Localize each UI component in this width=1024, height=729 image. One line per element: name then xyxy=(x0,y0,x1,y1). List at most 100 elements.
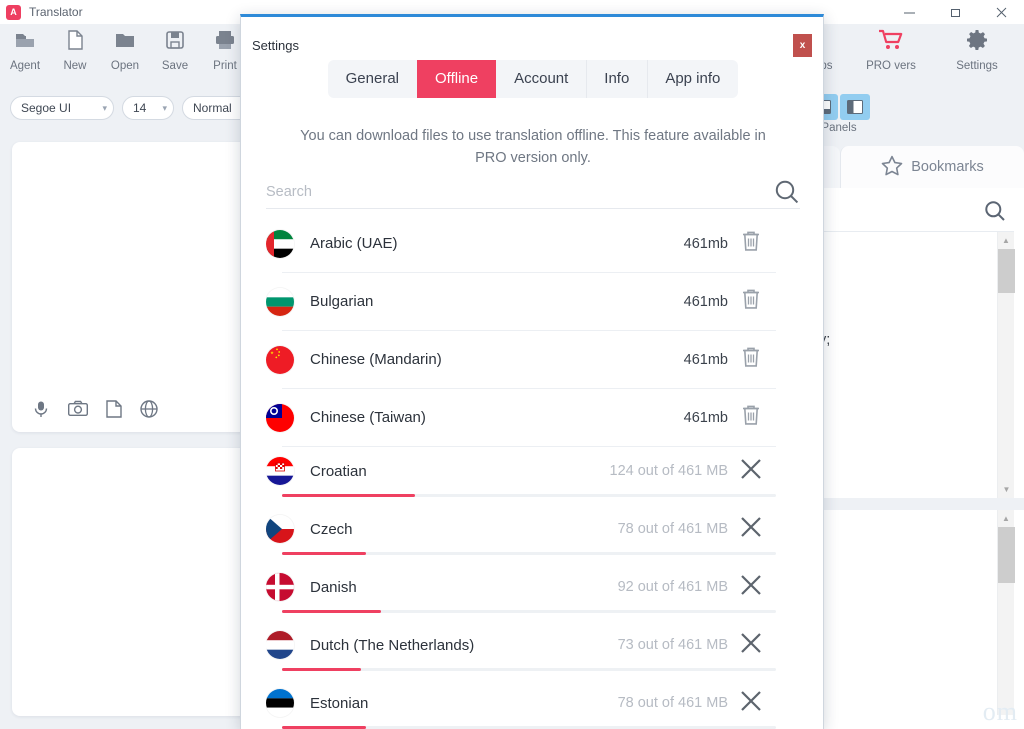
trash-icon xyxy=(740,403,762,432)
cancel-download-button[interactable] xyxy=(728,632,774,659)
language-list-inner: Arabic (UAE) 461mb Bulgarian 461mb Chinese (… xyxy=(266,215,776,729)
language-row-main: Danish 92 out of 461 MB xyxy=(266,563,776,611)
tab-account[interactable]: Account xyxy=(496,60,586,98)
delete-language-button[interactable] xyxy=(728,345,774,374)
tab-general[interactable]: General xyxy=(328,60,417,98)
scrollbar-thumb[interactable] xyxy=(998,249,1015,293)
language-size: 461mb xyxy=(683,235,728,252)
flag-icon-hr xyxy=(266,457,294,485)
document-icon[interactable] xyxy=(106,400,122,418)
delete-language-button[interactable] xyxy=(728,229,774,258)
ribbon-button-agent[interactable]: Agent xyxy=(0,24,50,72)
ribbon-label: Save xyxy=(161,60,189,72)
minimize-button[interactable] xyxy=(886,0,932,24)
cancel-download-button[interactable] xyxy=(728,690,774,717)
tab-bookmarks[interactable]: Bookmarks xyxy=(840,146,1024,188)
close-icon: x xyxy=(799,40,806,51)
language-row[interactable]: Czech 78 out of 461 MB xyxy=(266,505,776,563)
cart-icon xyxy=(878,28,904,57)
language-row-main: Estonian 78 out of 461 MB xyxy=(266,679,776,727)
language-row[interactable]: Croatian 124 out of 461 MB xyxy=(266,447,776,505)
language-row[interactable]: Estonian 78 out of 461 MB xyxy=(266,679,776,729)
flag-icon-dk xyxy=(266,573,294,601)
language-row-main: Czech 78 out of 461 MB xyxy=(266,505,776,553)
trash-icon xyxy=(740,345,762,374)
scrollbar-thumb[interactable] xyxy=(998,527,1015,583)
maximize-button[interactable] xyxy=(932,0,978,24)
scroll-down-icon[interactable]: ▼ xyxy=(998,481,1015,498)
language-name: Bulgarian xyxy=(310,293,374,310)
panels-label: Panels xyxy=(821,122,857,134)
ribbon-button-new[interactable]: New xyxy=(50,24,100,72)
star-icon xyxy=(881,155,903,180)
delete-language-button[interactable] xyxy=(728,287,774,316)
ribbon-button-pro-version[interactable]: PRO vers xyxy=(848,24,934,72)
chevron-down-icon: ▾ xyxy=(162,102,167,113)
search-icon[interactable] xyxy=(984,200,1006,227)
download-progress-bar xyxy=(282,610,776,613)
ribbon-button-save[interactable]: Save xyxy=(150,24,200,72)
tab-info[interactable]: Info xyxy=(586,60,647,98)
download-progress-fill xyxy=(282,668,362,671)
ribbon-label: Print xyxy=(213,60,237,72)
cancel-download-button[interactable] xyxy=(728,516,774,543)
language-row-main: Chinese (Mandarin) 461mb xyxy=(266,331,776,388)
dialog-close-button[interactable]: x xyxy=(793,34,812,57)
language-row[interactable]: Danish 92 out of 461 MB xyxy=(266,563,776,621)
language-list[interactable]: Arabic (UAE) 461mb Bulgarian 461mb Chinese (… xyxy=(266,215,800,729)
language-name: Arabic (UAE) xyxy=(310,235,398,252)
lower-panel-scrollbar[interactable]: ▲ xyxy=(997,510,1015,715)
cancel-download-button[interactable] xyxy=(728,458,774,485)
language-name: Chinese (Mandarin) xyxy=(310,351,442,368)
language-row[interactable]: Bulgarian 461mb xyxy=(266,273,776,331)
font-family-select[interactable]: Segoe UI ▾ xyxy=(10,96,114,120)
language-row[interactable]: Chinese (Taiwan) 461mb xyxy=(266,389,776,447)
bookmarks-scrollbar[interactable]: ▲ ▼ xyxy=(997,232,1015,498)
flag-icon-nl xyxy=(266,631,294,659)
language-name: Chinese (Taiwan) xyxy=(310,409,426,426)
ribbon-button-open[interactable]: Open xyxy=(100,24,150,72)
font-size-select[interactable]: 14 ▾ xyxy=(122,96,174,120)
tab-bookmarks-label: Bookmarks xyxy=(911,159,984,175)
language-row[interactable]: Arabic (UAE) 461mb xyxy=(266,215,776,273)
scroll-up-icon[interactable]: ▲ xyxy=(998,232,1014,249)
language-name: Danish xyxy=(310,578,357,596)
language-search-field[interactable]: Search xyxy=(266,175,800,209)
microphone-icon[interactable] xyxy=(32,400,50,418)
language-row[interactable]: Chinese (Mandarin) 461mb xyxy=(266,331,776,389)
tab-app-info[interactable]: App info xyxy=(647,60,738,98)
language-size: 461mb xyxy=(683,293,728,310)
camera-icon[interactable] xyxy=(68,400,88,418)
download-progress-fill xyxy=(282,552,366,555)
delete-language-button[interactable] xyxy=(728,403,774,432)
side-panel-toggle[interactable] xyxy=(840,94,870,120)
cancel-download-button[interactable] xyxy=(728,574,774,601)
print-icon xyxy=(213,28,237,57)
language-row-main: Arabic (UAE) 461mb xyxy=(266,215,776,272)
language-name: Croatian xyxy=(310,462,367,480)
language-row-main: Bulgarian 461mb xyxy=(266,273,776,330)
window-title: Translator xyxy=(29,5,83,19)
settings-tabs: General Offline Account Info App info xyxy=(327,60,739,98)
source-input-icons xyxy=(32,400,158,418)
offline-description: You can download files to use translatio… xyxy=(300,128,766,166)
flag-icon-cz xyxy=(266,515,294,543)
gear-icon xyxy=(965,28,989,57)
language-row[interactable]: Dutch (The Netherlands) 73 out of 461 MB xyxy=(266,621,776,679)
language-row-main: Chinese (Taiwan) 461mb xyxy=(266,389,776,446)
globe-icon[interactable] xyxy=(140,400,158,418)
cancel-x-icon xyxy=(740,574,762,601)
font-style-value: Normal xyxy=(193,101,232,115)
new-document-icon xyxy=(63,28,87,57)
language-size: 92 out of 461 MB xyxy=(617,579,728,595)
language-name: Estonian xyxy=(310,694,369,712)
flag-icon-ee xyxy=(266,689,294,717)
close-button[interactable] xyxy=(978,0,1024,24)
scroll-up-icon[interactable]: ▲ xyxy=(998,510,1014,527)
ribbon-label: Settings xyxy=(956,60,998,72)
search-icon[interactable] xyxy=(774,179,800,205)
font-size-value: 14 xyxy=(133,101,147,115)
tab-offline[interactable]: Offline xyxy=(417,60,497,98)
ribbon-button-settings[interactable]: Settings xyxy=(934,24,1020,72)
language-size: 461mb xyxy=(683,409,728,426)
